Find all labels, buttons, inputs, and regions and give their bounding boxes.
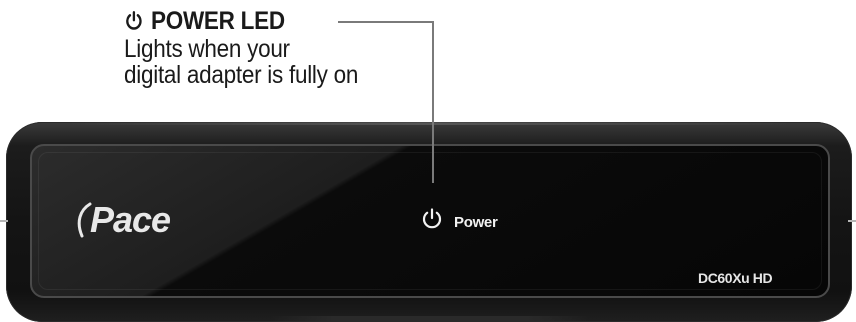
power-icon: [422, 208, 442, 229]
callout-description-line-2: digital adapter is fully on: [124, 61, 359, 89]
callout-title: POWER LED: [151, 7, 285, 35]
leader-line-horizontal: [338, 21, 434, 23]
brand-name: Pace: [90, 199, 171, 240]
leader-line-vertical: [432, 21, 434, 183]
power-icon: [126, 11, 142, 30]
brand-logo: Pace: [74, 199, 171, 240]
device-edge-left: [0, 220, 8, 222]
power-led-callout: POWER LED Lights when your digital adapt…: [124, 6, 384, 88]
power-label: Power: [454, 213, 498, 231]
power-indicator: Power: [420, 207, 498, 231]
callout-description-line-1: Lights when your: [124, 35, 290, 63]
model-label: DC60Xu HD: [698, 270, 773, 286]
device-base-shadow: [270, 316, 590, 322]
callout-title-row: POWER LED: [124, 6, 358, 36]
device-edge-right: [848, 220, 856, 222]
bezel-highlight: [66, 122, 792, 125]
